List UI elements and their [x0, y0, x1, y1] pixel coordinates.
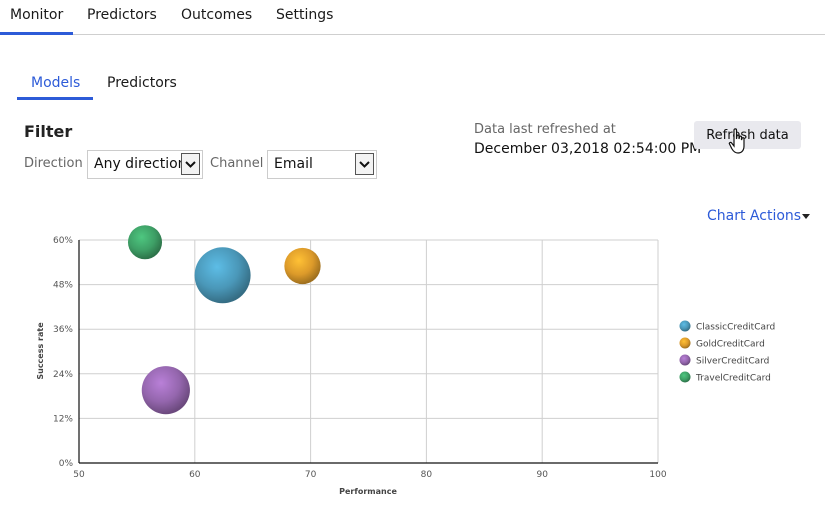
direction-select[interactable]: Any direction — [87, 150, 203, 179]
direction-value: Any direction — [94, 156, 187, 172]
chevron-down-icon — [355, 153, 374, 175]
tab-settings[interactable]: Settings — [276, 7, 333, 23]
legend-label: SilverCreditCard — [696, 357, 769, 367]
y-tick-label: 24% — [53, 370, 73, 380]
legend-marker — [679, 320, 691, 332]
bubble-silvercreditcard — [141, 366, 190, 415]
bubble-goldcreditcard — [284, 247, 321, 285]
x-tick-label: 70 — [305, 470, 317, 480]
active-subtab-indicator — [17, 97, 93, 100]
subtab-predictors[interactable]: Predictors — [107, 75, 177, 91]
chevron-down-icon — [181, 153, 200, 175]
filter-title: Filter — [24, 122, 73, 141]
refreshed-label: Data last refreshed at — [474, 122, 616, 137]
legend-marker — [679, 371, 691, 383]
tab-predictors[interactable]: Predictors — [87, 7, 157, 23]
channel-value: Email — [274, 156, 313, 172]
tab-outcomes[interactable]: Outcomes — [181, 7, 252, 23]
hand-cursor-icon — [728, 128, 745, 154]
legend-label: GoldCreditCard — [696, 340, 765, 350]
caret-down-icon — [802, 214, 810, 219]
direction-label: Direction — [24, 156, 83, 171]
legend-label: ClassicCreditCard — [696, 323, 775, 333]
y-tick-label: 12% — [53, 414, 73, 424]
top-tab-bar: Monitor Predictors Outcomes Settings — [0, 0, 825, 35]
y-tick-label: 60% — [53, 236, 73, 246]
x-tick-label: 80 — [421, 470, 433, 480]
bubble-classiccreditcard — [194, 247, 251, 304]
x-tick-label: 60 — [189, 470, 201, 480]
active-tab-indicator — [0, 32, 73, 35]
legend-label: TravelCreditCard — [695, 374, 771, 384]
channel-label: Channel — [210, 156, 264, 171]
x-axis-label: Performance — [339, 487, 397, 496]
subtab-models[interactable]: Models — [31, 75, 80, 91]
refreshed-timestamp: December 03,2018 02:54:00 PM — [474, 141, 702, 157]
x-tick-label: 90 — [536, 470, 548, 480]
x-tick-label: 100 — [649, 470, 666, 480]
bubble-travelcreditcard — [127, 225, 163, 260]
chart-actions-menu[interactable]: Chart Actions — [707, 208, 810, 224]
tab-monitor[interactable]: Monitor — [10, 7, 63, 23]
channel-select[interactable]: Email — [267, 150, 377, 179]
x-tick-label: 50 — [73, 470, 85, 480]
legend-marker — [679, 337, 691, 349]
chart-actions-label: Chart Actions — [707, 208, 802, 224]
y-axis-label: Success rate — [36, 322, 45, 380]
y-tick-label: 36% — [53, 325, 73, 335]
y-tick-label: 48% — [53, 281, 73, 291]
y-tick-label: 0% — [59, 459, 74, 469]
legend-marker — [679, 354, 691, 366]
